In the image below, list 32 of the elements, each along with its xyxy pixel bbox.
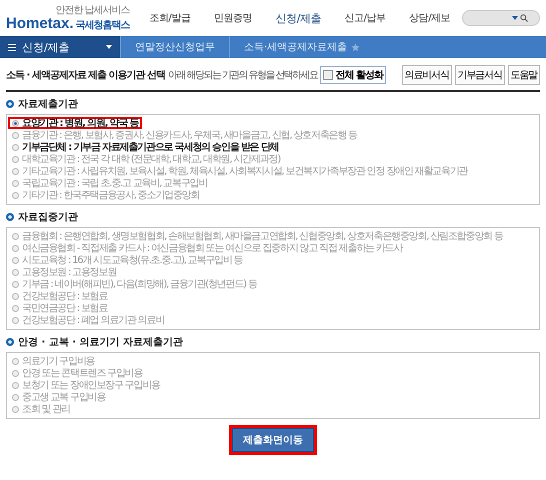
page-title: 소득 · 세액공제자료 제출 이용기관 선택 bbox=[6, 69, 166, 82]
caret-icon bbox=[512, 16, 518, 20]
menu-item[interactable]: 신고/납부 bbox=[344, 10, 386, 26]
submit-button[interactable]: 제출화면이동 bbox=[229, 425, 317, 455]
form-button[interactable]: 도움말 bbox=[508, 65, 540, 85]
search-field[interactable] bbox=[462, 10, 540, 26]
menu-item[interactable]: 조회/발급 bbox=[149, 10, 190, 26]
breadcrumb-item[interactable]: 연말정산신청업무 bbox=[120, 36, 229, 58]
logo-subtitle: 국세청홈택스 bbox=[76, 18, 130, 32]
menu-item[interactable]: 민원증명 bbox=[214, 10, 252, 26]
radio-option[interactable]: 기부금단체 : 기부금 자료제출기관으로 국세청의 승인을 받은 단체 bbox=[8, 141, 282, 153]
menu-item[interactable]: 신청/제출 bbox=[276, 10, 321, 26]
plus-icon bbox=[6, 213, 14, 221]
menu-icon bbox=[8, 44, 16, 50]
enable-all-checkbox[interactable]: 전체 활성화 bbox=[320, 66, 386, 84]
menu-item[interactable]: 상담/제보 bbox=[409, 10, 450, 26]
menu-dropdown[interactable]: 신청/제출 bbox=[0, 36, 120, 58]
section-title: 자료집중기관 bbox=[18, 211, 78, 224]
search-icon[interactable] bbox=[520, 14, 528, 22]
plus-icon bbox=[6, 338, 14, 346]
section-title: 자료제출기관 bbox=[18, 98, 78, 111]
caret-icon bbox=[106, 45, 112, 49]
logo[interactable]: Hometax. bbox=[6, 16, 74, 32]
star-icon[interactable] bbox=[351, 42, 360, 52]
section-title: 안경 · 교복 · 의료기기 자료제출기관 bbox=[18, 336, 184, 349]
form-button[interactable]: 의료비서식 bbox=[402, 65, 452, 85]
radio-option[interactable]: 요양기관 : 병원, 의원, 약국 등 bbox=[8, 117, 142, 129]
breadcrumb-item[interactable]: 소득·세액공제자료제출 bbox=[229, 36, 374, 58]
form-button[interactable]: 기부금서식 bbox=[454, 65, 505, 85]
logo-slogan: 안전한 납세서비스 bbox=[55, 4, 130, 16]
hint-text: 아래 해당되는 기관의 유형을 선택하세요 bbox=[168, 69, 318, 82]
plus-icon bbox=[6, 100, 14, 108]
